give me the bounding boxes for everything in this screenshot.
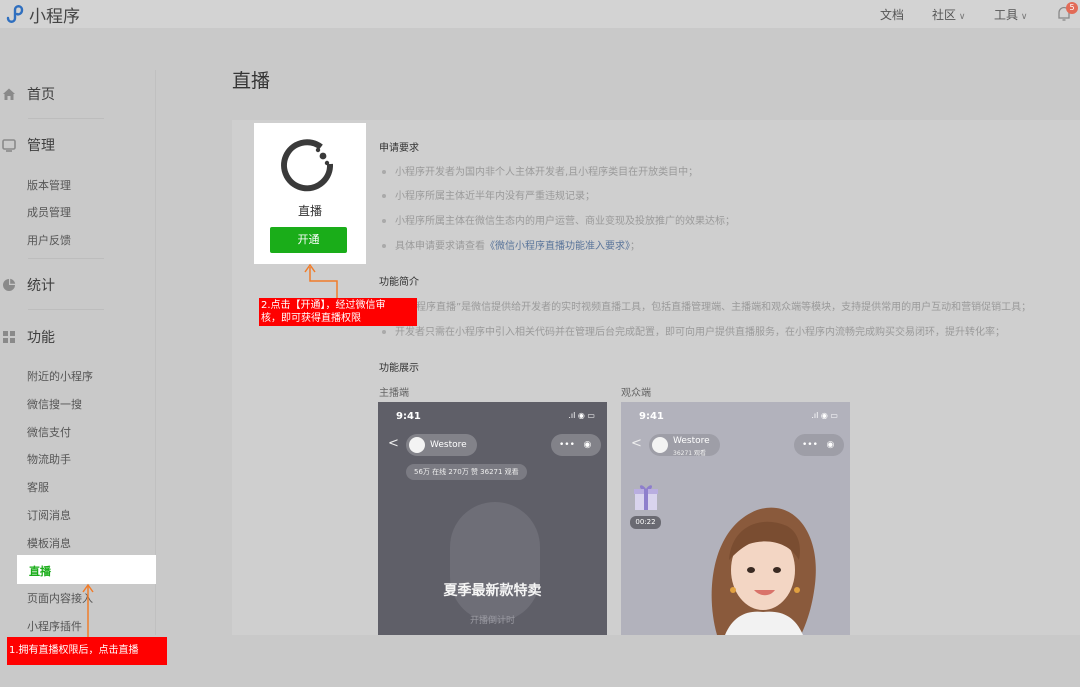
promo-title: 夏季最新款特卖 xyxy=(443,583,542,599)
viewer-phone-preview: 9:41 .ıl ◉ ▭ < Westore 36271 观看 ••• ◉ 00… xyxy=(621,402,850,635)
mini-program-capsule: ••• ◉ xyxy=(794,434,844,456)
requirement-prefix: 具体申请要求请查看 xyxy=(395,241,485,252)
live-stats: 56万 在线 270万 赞 36271 观看 xyxy=(406,464,527,480)
sidebar-item-wechat-pay[interactable]: 微信支付 xyxy=(27,424,71,440)
sidebar-divider xyxy=(28,309,104,310)
requirements-title: 申请要求 xyxy=(379,143,419,154)
sidebar-item-version-manage[interactable]: 版本管理 xyxy=(27,177,71,193)
requirement-item: 小程序开发者为国内非个人主体开发者,且小程序类目在开放类目中； xyxy=(382,163,698,178)
mini-program-capsule: ••• ◉ xyxy=(551,434,601,456)
grid-icon xyxy=(3,331,15,343)
signal-battery-icon: .ıl ◉ ▭ xyxy=(568,411,595,420)
home-icon xyxy=(3,88,15,100)
sidebar-stats-label: 统计 xyxy=(27,278,55,294)
back-arrow-icon: < xyxy=(388,436,399,451)
annotation-step-1: 1.拥有直播权限后，点击直播 xyxy=(7,637,167,665)
notification-badge: 5 xyxy=(1066,2,1078,14)
sidebar-manage-label: 管理 xyxy=(27,138,55,154)
intro-text: 开发者只需在小程序中引入相关代码并在管理后台完成配置，即可向用户提供直播服务，在… xyxy=(382,323,1005,338)
countdown-timer: 00:22 xyxy=(630,516,661,529)
sidebar-item-plugins[interactable]: 小程序插件 xyxy=(27,618,82,634)
chevron-down-icon: ∨ xyxy=(956,12,966,22)
chevron-down-icon: ∨ xyxy=(1018,12,1028,22)
page-title: 直播 xyxy=(232,70,271,92)
host-label: 主播端 xyxy=(379,388,409,399)
manage-icon xyxy=(2,139,16,152)
viewer-label: 观众端 xyxy=(621,388,651,399)
app-title[interactable]: 小程序 xyxy=(29,2,80,27)
annotation-step-2-line2: 核，即可获得直播权限 xyxy=(261,313,361,324)
sidebar-separator xyxy=(155,70,156,635)
requirement-item: 小程序所属主体近半年内没有严重违规记录； xyxy=(382,187,595,202)
store-name: Westore xyxy=(430,440,467,450)
annotation-arrow-icon xyxy=(82,583,94,638)
requirement-suffix: ； xyxy=(630,241,640,252)
sidebar-item-live[interactable]: 直播 xyxy=(17,555,156,584)
host-phone-preview: 9:41 .ıl ◉ ▭ < Westore ••• ◉ 56万 在线 270万… xyxy=(378,402,607,635)
host-blurred-figure xyxy=(450,502,540,622)
feature-name: 直播 xyxy=(297,204,322,218)
tools-menu[interactable]: 工具 ∨ xyxy=(994,6,1027,23)
bullet-icon xyxy=(382,330,386,334)
sidebar-item-member-manage[interactable]: 成员管理 xyxy=(27,204,71,220)
intro-title: 功能简介 xyxy=(379,277,419,288)
store-avatar xyxy=(652,437,668,453)
mini-program-logo-icon[interactable] xyxy=(4,3,26,25)
sidebar-item-subscription-msg[interactable]: 订阅消息 xyxy=(27,507,71,523)
demo-title: 功能展示 xyxy=(379,363,419,374)
signal-battery-icon: .ıl ◉ ▭ xyxy=(811,411,838,420)
intro-text: 程序直播”是微信提供给开发者的实时视频直播工具，包括直播管理端、主播端和观众端等… xyxy=(416,302,1032,313)
sidebar-item-user-feedback[interactable]: 用户反馈 xyxy=(27,232,71,248)
requirement-text: 小程序所属主体在微信生态内的用户运营、商业变现及投放推广的效果达标； xyxy=(395,216,735,227)
store-name: Westore xyxy=(673,436,710,446)
bullet-icon xyxy=(382,219,386,223)
sidebar-item-nearby[interactable]: 附近的小程序 xyxy=(27,368,93,384)
live-broadcast-icon xyxy=(281,139,334,192)
presenter-portrait xyxy=(711,507,816,635)
sidebar-group-features[interactable]: 功能 xyxy=(0,326,55,348)
tools-label: 工具 xyxy=(994,8,1019,22)
bullet-icon xyxy=(382,194,386,198)
store-avatar xyxy=(409,437,425,453)
bullet-icon xyxy=(382,244,386,248)
sidebar-home-label: 首页 xyxy=(27,87,55,103)
annotation-arrow-icon xyxy=(304,263,338,300)
store-pill: Westore xyxy=(406,434,477,456)
intro-text-2: 开发者只需在小程序中引入相关代码并在管理后台完成配置，即可向用户提供直播服务，在… xyxy=(395,327,1005,338)
promo-subtitle: 开播倒计时 xyxy=(469,616,515,626)
sidebar-live-label: 直播 xyxy=(29,565,51,578)
top-bar: 小程序 文档 社区 ∨ 工具 ∨ 5 xyxy=(0,0,1080,28)
phone-time: 9:41 xyxy=(396,411,421,422)
requirement-text: 小程序所属主体近半年内没有严重违规记录； xyxy=(395,191,595,202)
bullet-icon xyxy=(382,170,386,174)
requirement-text: 小程序开发者为国内非个人主体开发者,且小程序类目在开放类目中； xyxy=(395,167,699,178)
annotation-step-2: 2.点击【开通】，经过微信审 核，即可获得直播权限 xyxy=(259,298,417,326)
community-label: 社区 xyxy=(932,8,957,22)
phone-time: 9:41 xyxy=(639,411,664,422)
back-arrow-icon: < xyxy=(631,436,642,451)
sidebar-item-home[interactable]: 首页 xyxy=(0,83,55,105)
sidebar-item-wechat-search[interactable]: 微信搜一搜 xyxy=(27,396,82,412)
requirements-doc-link[interactable]: 《微信小程序直播功能准入要求》 xyxy=(485,241,630,252)
community-menu[interactable]: 社区 ∨ xyxy=(932,6,965,23)
open-live-button[interactable]: 开通 xyxy=(270,227,347,253)
sidebar-item-logistics[interactable]: 物流助手 xyxy=(27,451,71,467)
sidebar-divider xyxy=(28,258,104,259)
annotation-step-2-line1: 2.点击【开通】，经过微信审 xyxy=(261,300,386,311)
requirement-item: 小程序所属主体在微信生态内的用户运营、商业变现及投放推广的效果达标； xyxy=(382,212,735,227)
sidebar-group-manage[interactable]: 管理 xyxy=(0,134,55,156)
requirement-item: 具体申请要求请查看《微信小程序直播功能准入要求》； xyxy=(382,237,640,252)
pie-chart-icon xyxy=(3,278,16,291)
sidebar-divider xyxy=(28,118,104,119)
sidebar-features-label: 功能 xyxy=(27,330,55,346)
sidebar-group-stats[interactable]: 统计 xyxy=(0,274,55,296)
gift-icon xyxy=(634,485,658,510)
viewer-count: 36271 观看 xyxy=(673,450,706,457)
sidebar-item-template-msg[interactable]: 模板消息 xyxy=(27,535,71,551)
sidebar-item-customer-service[interactable]: 客服 xyxy=(27,479,49,495)
docs-link[interactable]: 文档 xyxy=(880,6,904,23)
